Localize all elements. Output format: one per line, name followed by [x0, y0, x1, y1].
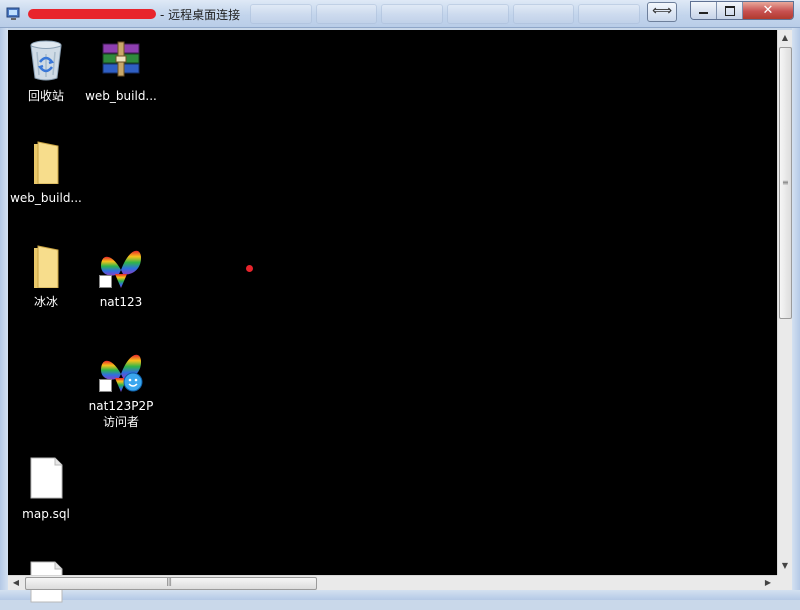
ghost-tab: [512, 4, 575, 24]
desktop-icon-label: web_build...: [10, 191, 82, 205]
desktop-icon-label: map.sql: [22, 507, 70, 521]
maximize-button[interactable]: [717, 2, 743, 19]
desktop-icon-web-build-folder[interactable]: web_build...: [8, 140, 84, 206]
redacted-host-name: [28, 9, 156, 19]
maximize-icon: [725, 6, 735, 16]
desktop-icon-label: nat123: [99, 295, 143, 309]
grip-icon: ≡: [782, 178, 789, 187]
folder-icon: [34, 245, 59, 289]
window-title: - 远程桌面连接: [160, 8, 241, 22]
window-frame-bottom: [0, 590, 800, 600]
desktop-icon-web-build-archive[interactable]: web_build...: [83, 38, 159, 104]
connection-bar-restore-button[interactable]: ⟺: [647, 2, 677, 22]
scroll-down-arrow-icon[interactable]: ▼: [778, 558, 792, 574]
remote-desktop-app-icon[interactable]: [6, 6, 22, 22]
remote-desktop-area[interactable]: 回收站 web_build... web_build... 冰冰 nat123 …: [8, 30, 777, 603]
desktop-icon-map-sql[interactable]: map.sql: [8, 456, 84, 522]
scroll-right-arrow-icon[interactable]: ▶: [760, 576, 776, 590]
ghost-tab: [381, 4, 444, 24]
desktop-icon-bingbing-folder[interactable]: 冰冰: [8, 244, 84, 310]
desktop-icon-recycle-bin[interactable]: 回收站: [8, 38, 84, 104]
shortcut-arrow-icon: [99, 379, 112, 392]
window-controls: ✕: [690, 1, 794, 20]
window-frame-right: [792, 28, 800, 600]
folder-icon: [34, 141, 59, 185]
ghost-tab: [315, 4, 378, 24]
winrar-archive-icon: [102, 41, 140, 77]
desktop-icon-label: nat123P2P访问者: [88, 399, 154, 429]
minimize-icon: [699, 12, 708, 14]
scrollbar-corner: [777, 575, 792, 590]
remote-cursor-dot: [246, 265, 253, 272]
ghost-tab: [447, 4, 509, 24]
vertical-scroll-thumb[interactable]: ≡: [779, 47, 792, 319]
desktop-icon-label: 回收站: [27, 89, 64, 103]
grip-icon: |||: [166, 577, 172, 586]
background-taskbar-ghost: [250, 4, 641, 24]
minimize-button[interactable]: [691, 2, 717, 19]
scroll-up-arrow-icon[interactable]: ▲: [778, 30, 792, 46]
ghost-tab: [250, 4, 312, 24]
window-frame-left: [0, 28, 8, 600]
desktop-icon-nat123-p2p[interactable]: nat123P2P访问者: [83, 348, 159, 430]
desktop-icon-label: 冰冰: [33, 295, 58, 309]
shortcut-arrow-icon: [99, 275, 112, 288]
close-button[interactable]: ✕: [743, 2, 793, 19]
document-icon: [30, 457, 63, 499]
ghost-tab: [578, 4, 641, 24]
window-title-bar[interactable]: - 远程桌面连接 ⟺ ✕: [0, 0, 800, 28]
desktop-icon-nat123[interactable]: nat123: [83, 244, 159, 310]
horizontal-scrollbar[interactable]: ◀ ||| ▶: [8, 575, 777, 590]
vertical-scrollbar[interactable]: ▲ ≡ ▼: [777, 30, 792, 575]
recycle-bin-icon: [30, 40, 62, 81]
horizontal-scroll-thumb[interactable]: |||: [25, 577, 317, 590]
scroll-left-arrow-icon[interactable]: ◀: [8, 576, 24, 590]
desktop-icon-label: web_build...: [85, 89, 157, 103]
